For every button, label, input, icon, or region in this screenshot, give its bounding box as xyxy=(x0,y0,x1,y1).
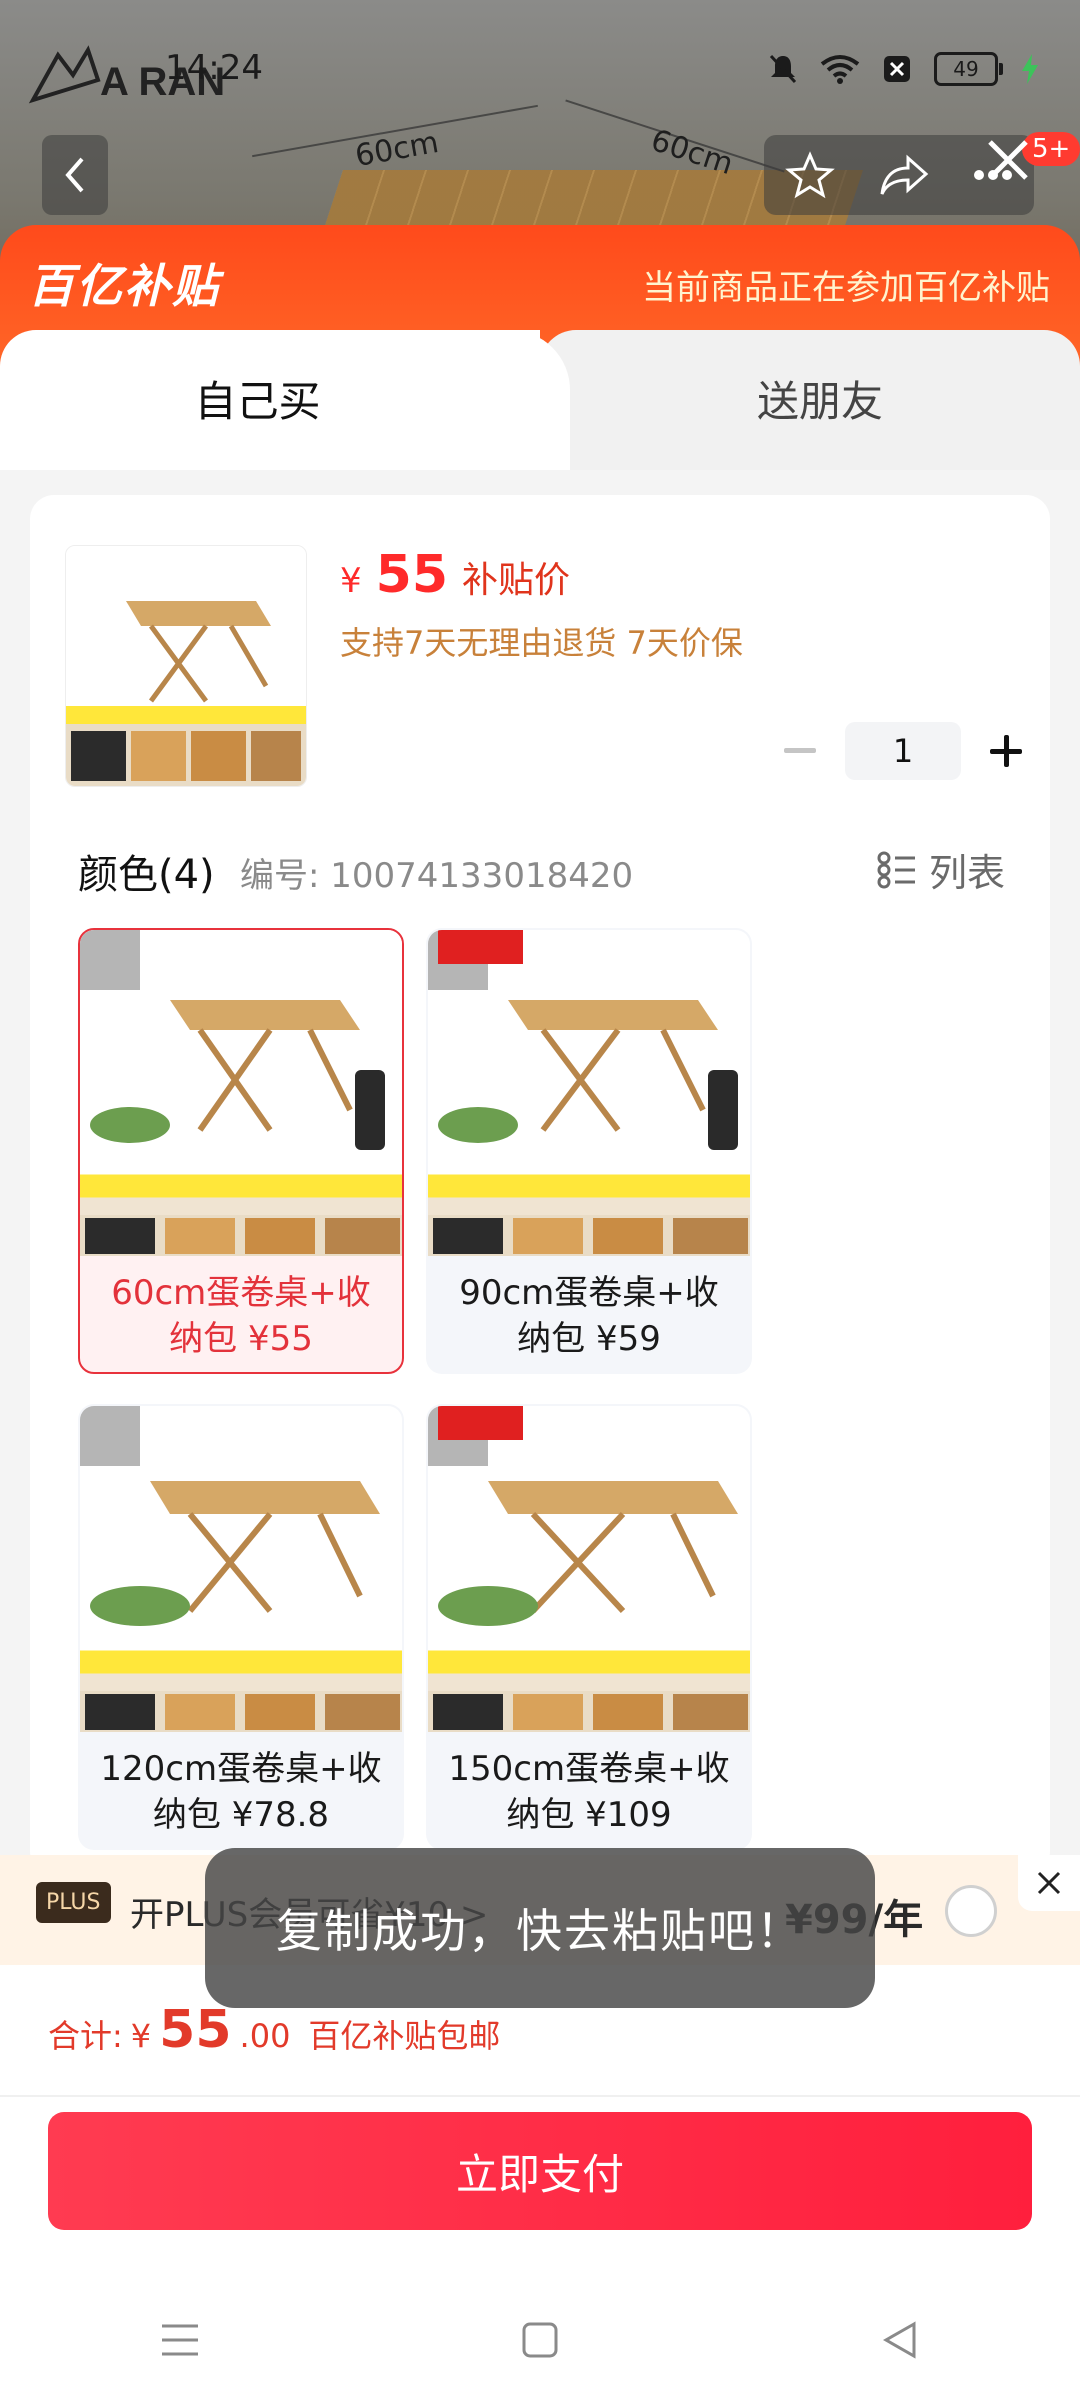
option-label-line1: 150cm蛋卷桌+收 xyxy=(448,1749,730,1789)
plus-close-button[interactable] xyxy=(1018,1855,1080,1911)
option-card-60cm[interactable]: 60cm蛋卷桌+收 纳包 ¥55 xyxy=(78,928,404,1374)
system-nav-bar xyxy=(0,2280,1080,2400)
price-row: ¥ 55 补贴价 xyxy=(340,545,570,605)
option-label-line2: 纳包 ¥55 xyxy=(169,1319,313,1359)
mute-icon xyxy=(769,54,797,84)
minus-icon xyxy=(784,748,816,753)
option-label: 150cm蛋卷桌+收 纳包 ¥109 xyxy=(428,1732,750,1838)
option-image xyxy=(428,930,750,1256)
option-label-line2: 纳包 ¥109 xyxy=(506,1795,672,1835)
order-total: 合计: ¥55.00 百亿补贴包邮 xyxy=(48,2000,500,2060)
promo-note: 当前商品正在参加百亿补贴 xyxy=(642,268,1050,308)
price-symbol: ¥ xyxy=(340,561,362,601)
status-time: 14:24 xyxy=(165,48,263,88)
option-label-line1: 90cm蛋卷桌+收 xyxy=(459,1273,719,1313)
option-image xyxy=(80,1406,402,1732)
star-icon[interactable] xyxy=(785,150,836,200)
variant-heading: 颜色(4) xyxy=(78,852,215,898)
pay-now-button[interactable]: 立即支付 xyxy=(48,2112,1032,2230)
option-label-line2: 纳包 ¥59 xyxy=(517,1319,661,1359)
plus-icon xyxy=(990,735,1022,767)
tab-gift-friend-label: 送朋友 xyxy=(756,377,883,426)
option-image xyxy=(80,930,402,1256)
list-view-label: 列表 xyxy=(928,851,1005,895)
quantity-stepper: 1 xyxy=(775,722,1031,780)
tab-buy-self-label: 自己买 xyxy=(194,377,321,426)
sim-blocked-icon xyxy=(884,56,910,82)
price-value: 55 xyxy=(375,545,449,605)
option-label-line1: 120cm蛋卷桌+收 xyxy=(100,1749,382,1789)
home-square-icon xyxy=(522,2322,558,2358)
option-label-line1: 60cm蛋卷桌+收 xyxy=(111,1273,371,1313)
nav-menu-button[interactable] xyxy=(150,2310,210,2370)
option-card-150cm[interactable]: 150cm蛋卷桌+收 纳包 ¥109 xyxy=(426,1404,752,1850)
nav-home-button[interactable] xyxy=(510,2310,570,2370)
charging-icon xyxy=(1022,54,1038,84)
total-symbol: ¥ xyxy=(130,2017,152,2055)
quantity-input[interactable]: 1 xyxy=(845,722,961,780)
list-view-toggle[interactable]: 列表 xyxy=(877,842,1005,897)
plus-select-radio[interactable] xyxy=(945,1885,997,1937)
option-label: 90cm蛋卷桌+收 纳包 ¥59 xyxy=(428,1256,750,1362)
copy-toast: 复制成功，快去粘贴吧！ xyxy=(205,1848,875,2008)
status-bar: A RAN 14:24 49 xyxy=(0,0,1080,140)
total-int: 55 xyxy=(159,2000,232,2060)
close-icon xyxy=(988,140,1028,180)
back-triangle-icon xyxy=(882,2321,916,2359)
back-button[interactable] xyxy=(42,135,108,215)
battery-indicator: 49 xyxy=(934,52,1003,86)
sku-number: 编号: 10074133018420 xyxy=(240,856,634,896)
total-label: 合计: xyxy=(48,2017,123,2055)
list-icon xyxy=(877,851,915,888)
close-sheet-button[interactable] xyxy=(980,132,1036,188)
option-label-line2: 纳包 ¥78.8 xyxy=(152,1795,330,1835)
total-dec: .00 xyxy=(239,2017,291,2055)
chevron-left-icon xyxy=(65,157,84,193)
increase-quantity-button[interactable] xyxy=(981,726,1031,776)
decrease-quantity-button[interactable] xyxy=(775,726,825,776)
menu-icon xyxy=(162,2324,198,2356)
option-card-120cm[interactable]: 120cm蛋卷桌+收 纳包 ¥78.8 xyxy=(78,1404,404,1850)
share-icon[interactable] xyxy=(878,150,930,200)
promo-logo: 百亿补贴 xyxy=(28,259,220,313)
option-card-90cm[interactable]: 90cm蛋卷桌+收 纳包 ¥59 xyxy=(426,928,752,1374)
option-label: 60cm蛋卷桌+收 纳包 ¥55 xyxy=(80,1256,402,1362)
plus-badge: PLUS xyxy=(36,1882,111,1923)
wifi-icon xyxy=(820,55,860,84)
option-image xyxy=(428,1406,750,1732)
close-icon xyxy=(1037,1871,1061,1895)
total-note: 百亿补贴包邮 xyxy=(308,2017,501,2055)
divider xyxy=(0,2095,1080,2097)
option-label: 120cm蛋卷桌+收 纳包 ¥78.8 xyxy=(80,1732,402,1838)
product-thumbnail[interactable] xyxy=(65,545,307,787)
nav-back-button[interactable] xyxy=(870,2310,930,2370)
return-policy: 支持7天无理由退货 7天价保 xyxy=(340,624,743,662)
status-icons: 49 xyxy=(768,52,1040,86)
price-tag: 补贴价 xyxy=(462,560,571,601)
